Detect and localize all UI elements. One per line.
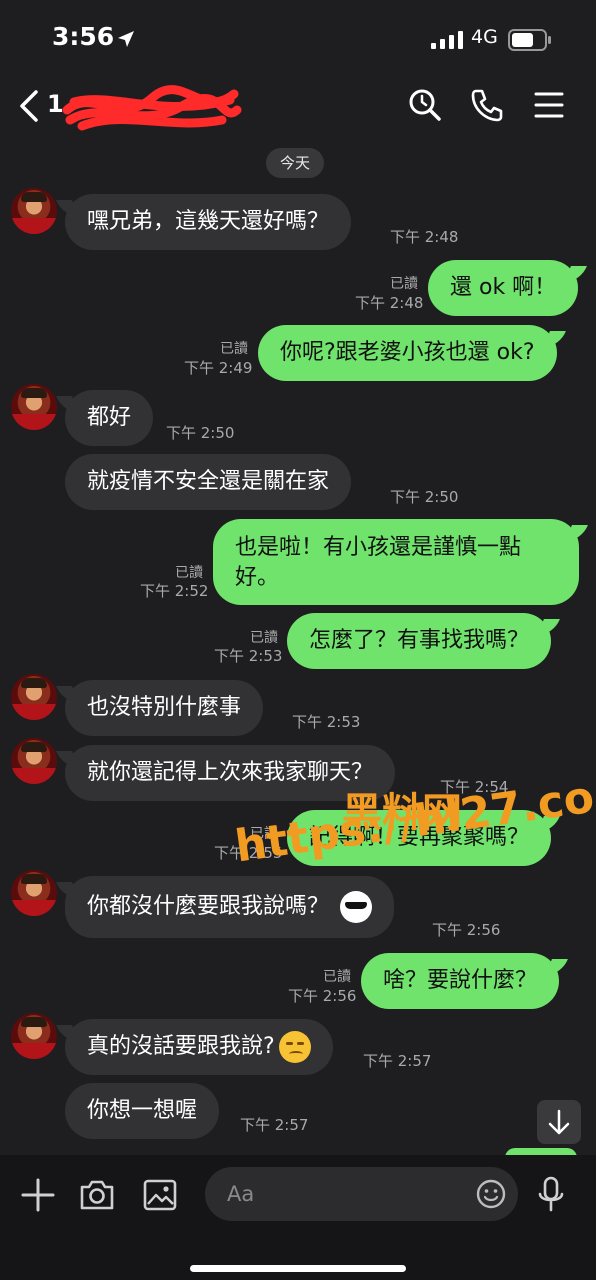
read-receipt: 已讀: [250, 826, 278, 842]
message-bubble-incoming[interactable]: 你想一想喔: [65, 1083, 220, 1139]
contact-avatar[interactable]: [11, 188, 57, 234]
message-time: 下午 2:52: [140, 582, 209, 600]
message-bubble-incoming[interactable]: 真的沒話要跟我說?: [65, 1019, 333, 1075]
location-arrow-icon: [118, 31, 134, 47]
message-text: 真的沒話要跟我說?: [87, 1034, 275, 1059]
message-text: 你都沒什麼要跟我說嗎？: [87, 894, 330, 919]
message-text: 就疫情不安全還是關在家: [87, 469, 330, 494]
scroll-to-bottom-button[interactable]: [537, 1100, 581, 1144]
message-text: 怎麼了？有事找我嗎？: [309, 628, 530, 653]
message-bubble-incoming[interactable]: 嘿兄弟，這幾天還好嗎？: [65, 194, 352, 250]
read-receipt: 已讀: [390, 276, 418, 292]
redaction-scribble: [62, 85, 242, 131]
message-time: 下午 2:56: [288, 987, 357, 1005]
message-text: 你呢?跟老婆小孩也還 ok?: [280, 340, 535, 365]
read-receipt: 已讀: [250, 630, 278, 646]
message-text: 還 ok 啊！: [450, 275, 557, 300]
contact-avatar[interactable]: [11, 384, 57, 430]
menu-icon[interactable]: [534, 88, 564, 122]
message-text: 嘿兄弟，這幾天還好嗎？: [87, 209, 330, 234]
message-input[interactable]: Aa: [205, 1167, 518, 1221]
message-text: 也是啦！有小孩還是謹慎一點好。: [235, 535, 522, 590]
message-bubble-outgoing[interactable]: 你呢?跟老婆小孩也還 ok?: [258, 325, 557, 381]
smirk-emoji-icon: [278, 1031, 311, 1063]
message-time: 下午 2:57: [240, 1116, 309, 1134]
message-time: 下午 2:56: [432, 921, 501, 939]
home-indicator: [190, 1265, 406, 1272]
message-time: 下午 2:54: [440, 778, 509, 796]
image-icon[interactable]: [142, 1177, 178, 1213]
status-time: 3:56: [52, 22, 115, 51]
message-bubble-outgoing[interactable]: 啥？要說什麼？: [361, 953, 560, 1009]
message-bubble-outgoing[interactable]: 記得啊！要再聚聚嗎？: [287, 810, 552, 866]
contact-avatar[interactable]: [11, 1013, 57, 1059]
microphone-icon[interactable]: [536, 1175, 566, 1215]
message-bubble-incoming[interactable]: 就你還記得上次來我家聊天？: [65, 745, 396, 801]
message-time: 下午 2:53: [214, 647, 283, 665]
message-input-bar: Aa: [0, 1155, 596, 1280]
phone-icon[interactable]: [470, 88, 504, 122]
emoji-icon[interactable]: [475, 1178, 507, 1210]
read-receipt: 已讀: [323, 969, 351, 985]
date-divider: 今天: [266, 148, 324, 178]
read-receipt: 已讀: [220, 341, 248, 357]
battery-icon: [508, 29, 551, 51]
signal-bars-icon: [431, 31, 463, 49]
message-text: 你想一想喔: [87, 1098, 198, 1123]
message-bubble-outgoing[interactable]: 也是啦！有小孩還是謹慎一點好。: [213, 519, 579, 605]
back-chevron-icon[interactable]: [16, 88, 42, 124]
read-receipt: 已讀: [175, 565, 203, 581]
message-bubble-outgoing[interactable]: 怎麼了？有事找我嗎？: [287, 613, 552, 669]
message-time: 下午 2:57: [363, 1052, 432, 1070]
status-bar: 3:56 4G: [0, 0, 596, 78]
contact-avatar[interactable]: [11, 738, 57, 784]
contact-avatar[interactable]: [11, 870, 57, 916]
message-bubble-incoming[interactable]: 就疫情不安全還是關在家: [65, 454, 352, 510]
message-bubble-incoming[interactable]: 你都沒什麼要跟我說嗎？: [65, 876, 395, 938]
message-time: 下午 2:53: [292, 713, 361, 731]
message-time: 下午 2:48: [355, 294, 424, 312]
message-time: 下午 2:50: [166, 424, 235, 442]
message-bubble-incoming[interactable]: 也沒特別什麼事: [65, 680, 264, 736]
message-text: 也沒特別什麼事: [87, 695, 242, 720]
message-text: 啥？要說什麼？: [383, 968, 538, 993]
message-time: 下午 2:49: [184, 359, 253, 377]
message-text: 就你還記得上次來我家聊天？: [87, 760, 374, 785]
search-icon[interactable]: [408, 88, 442, 122]
arrow-down-icon: [548, 1109, 570, 1135]
message-time: 下午 2:50: [390, 488, 459, 506]
plus-icon[interactable]: [20, 1177, 56, 1213]
message-text: 記得啊！要再聚聚嗎？: [309, 825, 530, 850]
message-time: 下午 2:48: [390, 228, 459, 246]
message-input-placeholder: Aa: [227, 1182, 255, 1206]
network-type: 4G: [471, 26, 498, 48]
sunglasses-emoji-icon: [340, 891, 373, 923]
message-text: 都好: [87, 405, 132, 430]
contact-avatar[interactable]: [11, 674, 57, 720]
message-bubble-outgoing[interactable]: 還 ok 啊！: [428, 260, 579, 316]
message-time: 下午 2:55: [214, 844, 283, 862]
chat-header: 1: [0, 78, 596, 138]
camera-icon[interactable]: [78, 1177, 116, 1213]
message-bubble-incoming[interactable]: 都好: [65, 390, 154, 446]
